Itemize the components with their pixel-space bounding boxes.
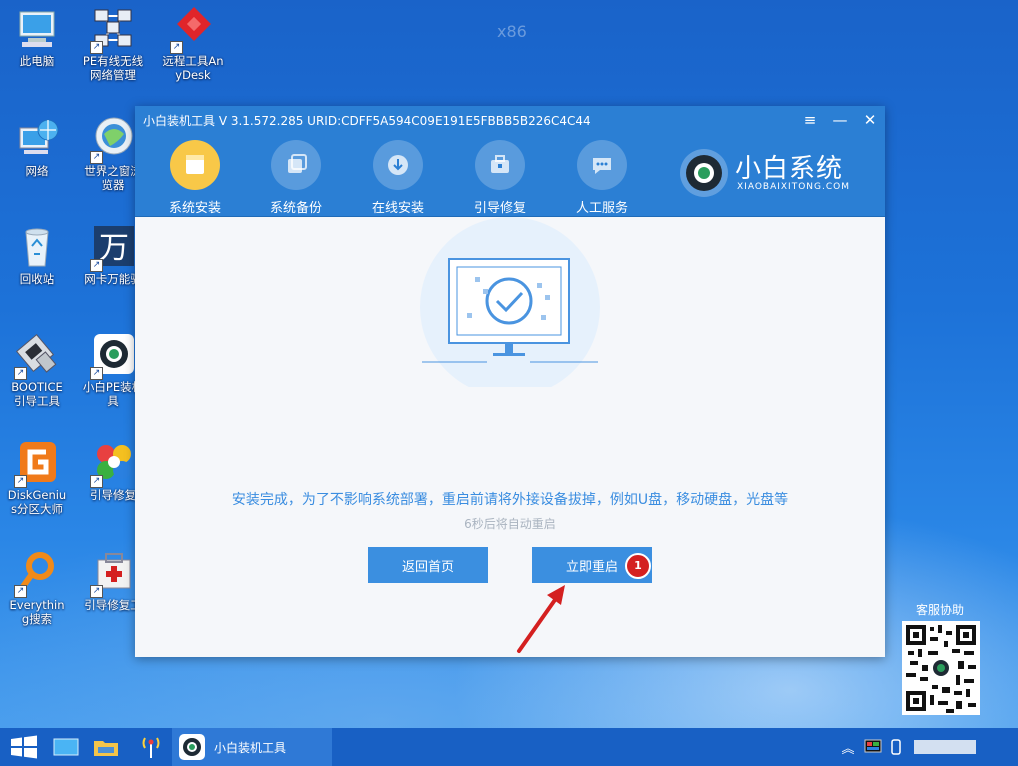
system-backup-icon [271, 140, 321, 190]
tab-label: 系统安装 [168, 201, 221, 216]
return-home-button[interactable]: 返回首页 [368, 547, 488, 583]
shortcut-arrow-icon: ↗ [14, 367, 27, 380]
tab-label: 引导修复 [473, 201, 526, 216]
everything-search-icon: ↗ [14, 550, 60, 598]
desktop-icon-network[interactable]: 网络 [6, 116, 68, 178]
close-button[interactable]: ✕ [855, 111, 885, 129]
desktop-icon-label: 此电脑 [19, 54, 55, 68]
recycle-bin-icon [14, 224, 60, 270]
boot-repair-icon: ↗ [90, 440, 136, 488]
tab-label: 系统备份 [269, 201, 322, 216]
menu-button[interactable]: ≡ [795, 111, 825, 129]
install-complete-illustration [420, 217, 600, 387]
desktop-icon-label: 远程工具AnyDesk [162, 54, 224, 82]
tab-chat-service[interactable]: 人工服务 [562, 140, 642, 216]
netcard-driver-icon: 万 ↗ [90, 224, 136, 272]
xiaobai-pe-icon: ↗ [90, 332, 136, 380]
windows-logo-icon [11, 735, 37, 759]
network-globe-icon [14, 116, 60, 162]
tab-system-install[interactable]: 系统安装 [155, 140, 235, 216]
network-manager-icon: ↗ [90, 6, 136, 54]
window-titlebar[interactable]: 小白装机工具 V 3.1.572.285 URID:CDFF5A594C09E1… [135, 106, 885, 134]
shortcut-arrow-icon: ↗ [90, 151, 103, 164]
taskbar-explorer-button[interactable] [88, 728, 124, 766]
desktop-icon-label: BOOTICE引导工具 [11, 380, 63, 408]
antenna-icon [142, 737, 160, 758]
taskbar-network-button[interactable] [134, 728, 168, 766]
svg-text:万: 万 [99, 231, 129, 266]
brand-logo: 小白系统 XIAOBAIXITONG.COM [677, 144, 877, 204]
desktop-icon-everything[interactable]: ↗ Everything搜索 [6, 550, 68, 626]
desktop-icon-recycle-bin[interactable]: 回收站 [6, 224, 68, 286]
monitor-icon [53, 738, 79, 756]
desktop-icon-pe-network[interactable]: ↗ PE有线无线网络管理 [82, 6, 144, 82]
taskbar-desktop-button[interactable] [48, 728, 84, 766]
tray-settings-icon[interactable] [886, 728, 906, 766]
tab-boot-repair[interactable]: 引导修复 [460, 140, 540, 216]
desktop-icon-bootice[interactable]: ↗ BOOTICE引导工具 [6, 332, 68, 408]
minimize-button[interactable]: — [825, 111, 855, 129]
shortcut-arrow-icon: ↗ [90, 259, 103, 272]
shortcut-arrow-icon: ↗ [14, 475, 27, 488]
shortcut-arrow-icon: ↗ [90, 475, 103, 488]
chat-service-icon [577, 140, 627, 190]
window-title: 小白装机工具 V 3.1.572.285 URID:CDFF5A594C09E1… [143, 113, 591, 128]
desktop-icon-this-pc[interactable]: 此电脑 [6, 6, 68, 68]
xiaobai-logo-icon [680, 149, 728, 197]
boot-repair-tool-icon: ↗ [90, 550, 136, 598]
desktop-icon-label: Everything搜索 [9, 598, 65, 626]
shortcut-arrow-icon: ↗ [170, 41, 183, 54]
shortcut-arrow-icon: ↗ [14, 585, 27, 598]
tray-expand-button[interactable]: ︽ [838, 728, 858, 766]
nav-bar: 系统安装 系统备份 在线安装 引导修复 人工服务 小白系统 XIAOBAIXIT… [135, 134, 885, 217]
restart-countdown: 6秒后将自动重启 [464, 517, 556, 531]
xiaobai-app-icon [179, 734, 205, 760]
desktop-icon-anydesk[interactable]: ↗ 远程工具AnyDesk [162, 6, 224, 82]
main-content: 安装完成，为了不影响系统部署，重启前请将外接设备拔掉，例如U盘，移动硬盘，光盘等… [135, 217, 885, 657]
tab-online-install[interactable]: 在线安装 [358, 140, 438, 216]
desktop-icon-label: PE有线无线网络管理 [82, 54, 144, 82]
taskbar-app-label: 小白装机工具 [214, 740, 287, 755]
tab-label: 人工服务 [575, 201, 628, 216]
anydesk-icon: ↗ [170, 6, 216, 54]
pointer-arrow-icon [517, 585, 565, 653]
shortcut-arrow-icon: ↗ [90, 41, 103, 54]
tab-label: 在线安装 [371, 201, 424, 216]
tab-system-backup[interactable]: 系统备份 [256, 140, 336, 216]
desktop-icon-label: 网络 [25, 164, 49, 178]
tray-display-icon[interactable] [862, 728, 884, 766]
brand-name: 小白系统 [735, 154, 844, 184]
install-complete-message: 安装完成，为了不影响系统部署，重启前请将外接设备拔掉，例如U盘，移动硬盘，光盘等 [231, 492, 789, 508]
taskbar: 小白装机工具 ︽ [0, 728, 1018, 766]
support-label: 客服协助 [916, 603, 965, 617]
online-install-icon [373, 140, 423, 190]
boot-repair-icon [475, 140, 525, 190]
browser-icon: ↗ [90, 116, 136, 164]
desktop-watermark: x86 [497, 22, 527, 41]
support-qr-code[interactable] [902, 621, 980, 715]
folder-icon [94, 741, 118, 756]
tray-clock[interactable] [912, 728, 978, 766]
brand-subtitle: XIAOBAIXITONG.COM [737, 182, 850, 192]
installer-window: 小白装机工具 V 3.1.572.285 URID:CDFF5A594C09E1… [135, 106, 885, 657]
desktop-icon-diskgenius[interactable]: ↗ DiskGenius分区大师 [6, 440, 68, 516]
shortcut-arrow-icon: ↗ [90, 585, 103, 598]
taskbar-app-xiaobai[interactable]: 小白装机工具 [172, 728, 332, 766]
step-badge: 1 [625, 553, 651, 579]
bootice-icon: ↗ [14, 332, 60, 380]
computer-icon [14, 6, 60, 52]
shortcut-arrow-icon: ↗ [90, 367, 103, 380]
system-install-icon [170, 140, 220, 190]
desktop-icon-label: DiskGenius分区大师 [7, 488, 67, 516]
desktop-icon-label: 回收站 [19, 272, 55, 286]
diskgenius-icon: ↗ [14, 440, 60, 488]
start-button[interactable] [6, 728, 42, 766]
